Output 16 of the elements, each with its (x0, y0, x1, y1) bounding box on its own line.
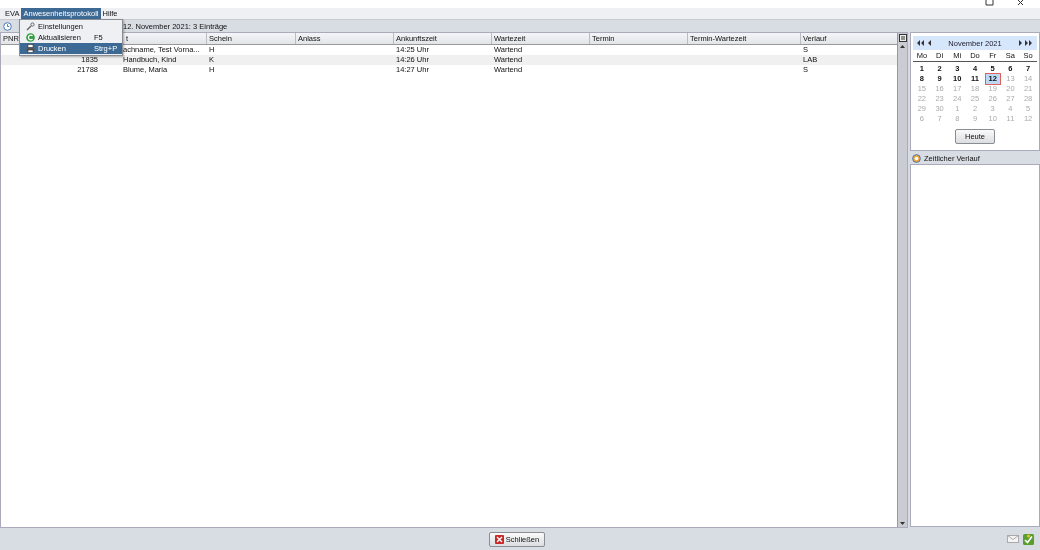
column-chooser-icon[interactable] (898, 34, 907, 42)
restore-icon[interactable] (985, 0, 994, 6)
wrench-icon (26, 22, 35, 31)
double-right-arrow-icon[interactable] (1025, 40, 1033, 46)
check-icon[interactable] (1023, 533, 1034, 545)
refresh-icon (26, 33, 35, 42)
double-left-arrow-icon[interactable] (917, 40, 925, 46)
scroll-up-icon[interactable] (899, 43, 906, 50)
close-icon[interactable] (1017, 0, 1026, 6)
close-icon (494, 534, 504, 544)
right-arrow-icon[interactable] (1018, 40, 1022, 46)
scroll-down-icon[interactable] (899, 520, 906, 527)
clock-icon[interactable] (3, 21, 12, 31)
printer-icon (26, 44, 35, 53)
left-arrow-icon[interactable] (928, 40, 932, 46)
scrollbar[interactable] (897, 33, 907, 527)
